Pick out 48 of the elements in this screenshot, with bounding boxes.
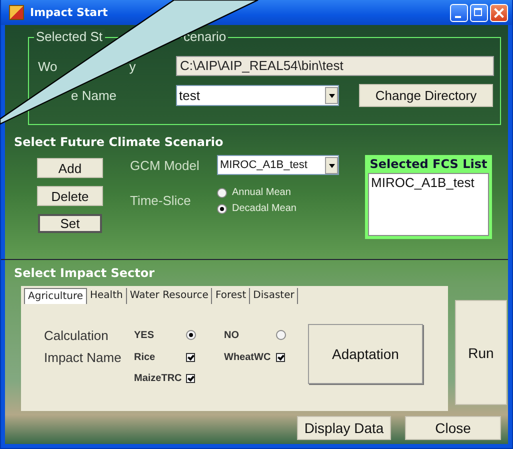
checkbox-label: Rice (134, 352, 156, 363)
radio-button[interactable] (217, 204, 227, 214)
action-button[interactable]: Set (38, 214, 102, 233)
run-button[interactable]: Run (455, 300, 507, 405)
gcm-dropdown[interactable]: MIROC_A1B_test (217, 155, 339, 175)
close-button[interactable] (490, 4, 508, 22)
field-label: GCM Model (130, 158, 200, 172)
adaptation-button[interactable]: Adaptation (308, 324, 423, 384)
tab[interactable]: Forest (212, 288, 250, 304)
minimize-button[interactable] (450, 4, 468, 22)
field-label: Impact Name (43, 350, 122, 365)
checkbox[interactable] (186, 353, 195, 362)
list-box[interactable]: MIROC_A1B_test (368, 173, 489, 236)
section-title: Select Future Climate Scenario (14, 135, 224, 149)
section-title: Select Impact Sector (14, 266, 156, 280)
field-label: e Name (71, 88, 117, 103)
window-title: Impact Start (30, 6, 108, 19)
field-label: y (129, 58, 136, 74)
tab[interactable]: Health (87, 288, 127, 304)
change-directory-button[interactable]: Change Directory (359, 84, 493, 107)
action-button[interactable]: Delete (37, 186, 103, 206)
list-item[interactable]: MIROC_A1B_test (369, 174, 488, 191)
directory-field[interactable]: C:\AIP\AIP_REAL54\bin\test (176, 56, 494, 76)
radio-button[interactable] (276, 330, 286, 340)
option-label: Decadal Mean (232, 203, 296, 214)
radio-button[interactable] (217, 188, 227, 198)
app-icon (9, 5, 24, 20)
checkbox[interactable] (276, 353, 285, 362)
group-title: Selected St (34, 29, 104, 44)
footer-button[interactable]: Display Data (297, 416, 391, 440)
list-title: Selected FCS List (368, 157, 488, 173)
tab[interactable]: Disaster (250, 288, 298, 304)
maximize-button[interactable] (470, 4, 488, 22)
option-label: YES (134, 330, 156, 340)
radio-button[interactable] (186, 330, 196, 340)
checkbox[interactable] (186, 374, 195, 382)
action-button[interactable]: Add (37, 158, 103, 178)
footer-button[interactable]: Close (405, 416, 501, 440)
tab[interactable]: Agriculture (24, 288, 87, 304)
option-label: NO (224, 330, 240, 340)
tab[interactable]: Water Resource (126, 288, 212, 304)
checkbox-label: MaizeTRC (134, 372, 183, 384)
field-label: Calculation (43, 328, 110, 342)
field-label: Wo (38, 58, 58, 74)
name-dropdown[interactable]: test (176, 85, 339, 106)
checkbox-label: WheatWC (224, 352, 272, 363)
field-label: Time-Slice (130, 193, 192, 208)
option-label: Annual Mean (232, 187, 291, 198)
